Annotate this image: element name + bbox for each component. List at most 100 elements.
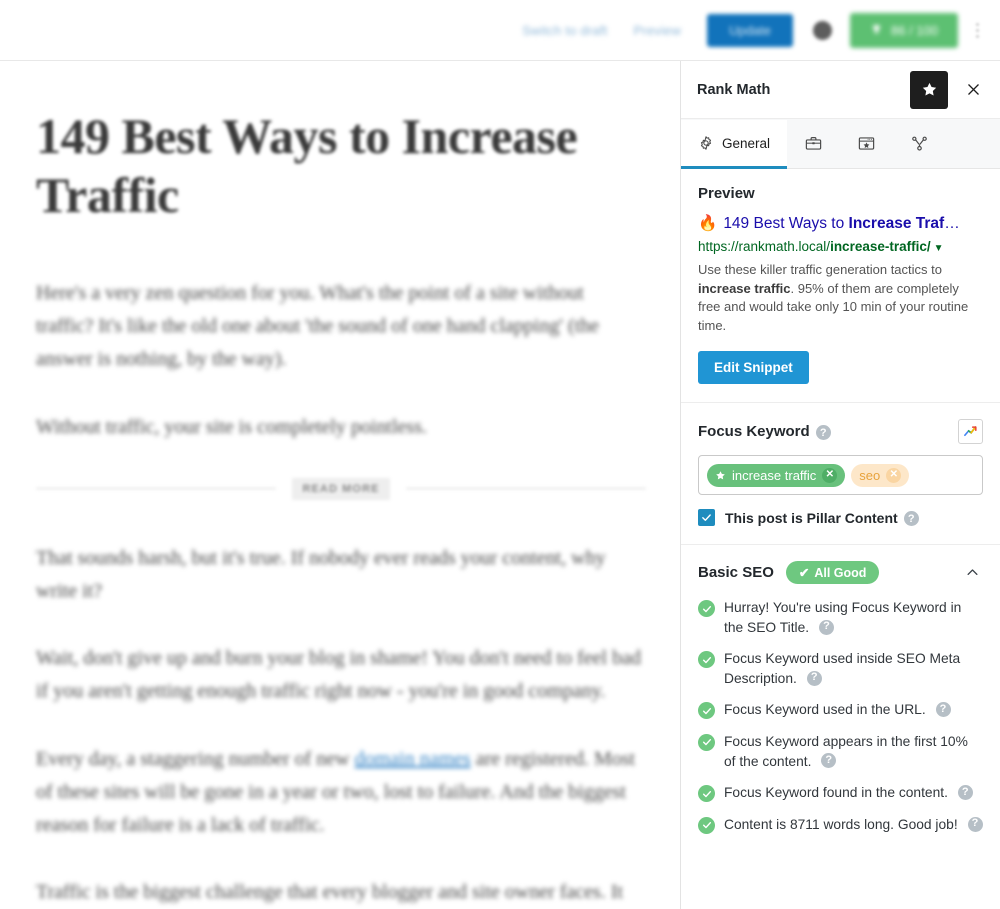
check-item-label: Focus Keyword found in the content. bbox=[724, 785, 948, 801]
basic-seo-header[interactable]: Basic SEO ✔ All Good bbox=[698, 561, 983, 585]
preview-button[interactable]: Preview bbox=[633, 23, 681, 38]
tab-general-label: General bbox=[722, 135, 771, 151]
star-icon bbox=[922, 82, 936, 96]
check-item-text: Content is 8711 words long. Good job! ? bbox=[724, 815, 983, 835]
post-paragraph[interactable]: That sounds harsh, but it's true. If nob… bbox=[36, 542, 646, 608]
check-icon bbox=[702, 514, 711, 521]
post-paragraph[interactable]: Without traffic, your site is completely… bbox=[36, 411, 646, 444]
status-badge-label: All Good bbox=[814, 565, 867, 580]
pillar-content-checkbox[interactable] bbox=[698, 509, 715, 527]
domain-names-link[interactable]: domain names bbox=[355, 748, 471, 770]
trophy-icon bbox=[873, 24, 880, 33]
help-icon[interactable]: ? bbox=[818, 619, 834, 635]
tab-general[interactable]: General bbox=[681, 120, 788, 169]
sidebar-title: Rank Math bbox=[697, 81, 771, 98]
help-icon[interactable]: ? bbox=[806, 670, 822, 686]
help-icon[interactable]: ? bbox=[935, 702, 951, 718]
help-icon[interactable]: ? bbox=[957, 784, 973, 800]
check-item-label: Focus Keyword used inside SEO Meta Descr… bbox=[724, 651, 961, 686]
edit-snippet-button[interactable]: Edit Snippet bbox=[698, 351, 809, 385]
check-item-label: Focus Keyword used in the URL. bbox=[724, 702, 926, 718]
check-item-text: Hurray! You're using Focus Keyword in th… bbox=[724, 598, 983, 637]
preview-heading: Preview bbox=[698, 185, 755, 202]
list-item: Hurray! You're using Focus Keyword in th… bbox=[698, 598, 983, 637]
focus-keyword-label: Focus Keyword bbox=[698, 423, 810, 441]
post-paragraph[interactable]: Traffic is the biggest challenge that ev… bbox=[36, 876, 646, 909]
page-title[interactable]: 149 Best Ways to Increase Traffic bbox=[36, 107, 646, 225]
tab-advanced[interactable] bbox=[787, 120, 840, 169]
check-circle-icon bbox=[698, 651, 715, 669]
check-circle-icon bbox=[698, 816, 715, 834]
focus-keyword-input[interactable]: increase traffic ✕ seo ✕ bbox=[698, 455, 983, 496]
tab-schema[interactable] bbox=[840, 120, 893, 169]
read-more-block[interactable]: READ MORE bbox=[36, 477, 646, 500]
snippet-url[interactable]: https://rankmath.local/increase-traffic/… bbox=[698, 238, 983, 256]
basic-seo-check-list: Hurray! You're using Focus Keyword in th… bbox=[698, 598, 983, 834]
list-item: Focus Keyword appears in the first 10% o… bbox=[698, 732, 983, 771]
pillar-content-row[interactable]: This post is Pillar Content ? bbox=[698, 509, 983, 527]
snippet-title-plain: 149 Best Ways to bbox=[723, 215, 849, 232]
snippet-description[interactable]: Use these killer traffic generation tact… bbox=[698, 261, 983, 336]
rank-math-editor-screen: Switch to draft Preview Update 86 / 100 … bbox=[0, 0, 1000, 909]
snippet-preview-section: Preview 🔥 149 Best Ways to Increase Traf… bbox=[681, 169, 1000, 404]
sidebar-tabs: General bbox=[681, 119, 1000, 169]
snippet-desc-part1: Use these killer traffic generation tact… bbox=[698, 261, 942, 277]
pillar-content-label: This post is Pillar Content bbox=[725, 509, 898, 526]
snippet-title-ellipsis: … bbox=[944, 215, 960, 232]
check-item-text: Focus Keyword used in the URL. ? bbox=[724, 700, 951, 720]
read-more-rule-left bbox=[36, 488, 277, 490]
help-icon[interactable]: ? bbox=[903, 511, 919, 527]
help-icon[interactable]: ? bbox=[815, 425, 831, 441]
post-paragraph[interactable]: Wait, don't give up and burn your blog i… bbox=[36, 642, 646, 708]
briefcase-icon bbox=[805, 136, 822, 150]
post-editor-canvas[interactable]: 149 Best Ways to Increase Traffic Here's… bbox=[0, 61, 680, 909]
check-item-text: Focus Keyword used inside SEO Meta Descr… bbox=[724, 649, 983, 688]
check-item-label: Content is 8711 words long. Good job! bbox=[724, 816, 958, 832]
snippet-url-slug: increase-traffic/ bbox=[830, 239, 931, 255]
chevron-down-icon[interactable]: ▼ bbox=[934, 243, 944, 254]
snippet-title-bold: Increase Traf bbox=[848, 215, 945, 232]
rank-math-star-button[interactable] bbox=[910, 70, 948, 109]
keyword-tag-label: increase traffic bbox=[732, 467, 817, 483]
switch-to-draft-button[interactable]: Switch to draft bbox=[522, 23, 607, 38]
check-item-label: Focus Keyword appears in the first 10% o… bbox=[724, 733, 968, 769]
list-item: Focus Keyword found in the content. ? bbox=[698, 783, 983, 803]
chevron-up-icon[interactable] bbox=[961, 562, 983, 584]
close-icon[interactable] bbox=[960, 77, 986, 103]
update-button[interactable]: Update bbox=[707, 13, 793, 47]
remove-keyword-icon[interactable]: ✕ bbox=[886, 467, 902, 483]
list-item: Content is 8711 words long. Good job! ? bbox=[698, 815, 983, 835]
keyword-tag-secondary[interactable]: seo ✕ bbox=[851, 463, 910, 487]
settings-gear-icon[interactable] bbox=[813, 20, 832, 40]
basic-seo-title: Basic SEO bbox=[698, 564, 774, 582]
link-paragraph-before: Every day, a staggering number of new bbox=[36, 747, 355, 770]
check-circle-icon bbox=[698, 733, 715, 751]
check-item-text: Focus Keyword appears in the first 10% o… bbox=[724, 732, 983, 771]
keyword-tag-label: seo bbox=[859, 467, 881, 483]
remove-keyword-icon[interactable]: ✕ bbox=[822, 467, 838, 483]
post-paragraph[interactable]: Here's a very zen question for you. What… bbox=[36, 277, 646, 377]
help-icon[interactable]: ? bbox=[967, 816, 983, 832]
snippet-url-base: https://rankmath.local/ bbox=[698, 239, 831, 255]
seo-score-badge[interactable]: 86 / 100 bbox=[850, 12, 958, 48]
seo-score-value: 86 / 100 bbox=[891, 22, 938, 38]
fire-icon: 🔥 bbox=[698, 215, 718, 232]
check-item-label: Hurray! You're using Focus Keyword in th… bbox=[724, 600, 962, 635]
google-trends-button[interactable] bbox=[958, 419, 983, 445]
help-icon[interactable]: ? bbox=[821, 753, 837, 769]
focus-keyword-header: Focus Keyword ? bbox=[698, 419, 983, 445]
check-circle-icon bbox=[698, 785, 715, 803]
star-icon bbox=[716, 470, 725, 479]
keyword-tag-primary[interactable]: increase traffic ✕ bbox=[707, 463, 846, 487]
check-glyph: ✔ bbox=[798, 566, 810, 581]
sidebar-header: Rank Math bbox=[681, 61, 1000, 119]
basic-seo-section: Basic SEO ✔ All Good Hurray! You're usin… bbox=[681, 545, 1000, 864]
browser-star-icon bbox=[858, 136, 875, 150]
status-badge: ✔ All Good bbox=[785, 561, 880, 585]
more-options-button[interactable] bbox=[968, 15, 986, 45]
share-nodes-icon bbox=[912, 136, 927, 151]
tab-social[interactable] bbox=[893, 120, 946, 169]
post-paragraph-with-link[interactable]: Every day, a staggering number of new do… bbox=[36, 743, 646, 843]
snippet-title[interactable]: 🔥 149 Best Ways to Increase Traf… bbox=[698, 214, 983, 234]
rank-math-sidebar: Rank Math General Preview 🔥 149 Best Way… bbox=[680, 61, 1000, 909]
